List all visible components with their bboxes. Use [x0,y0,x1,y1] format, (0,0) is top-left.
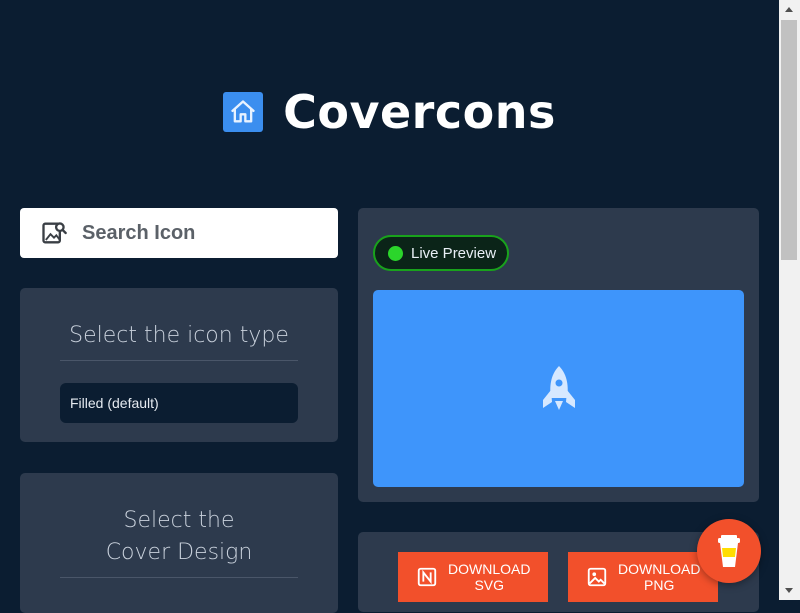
download-png-label: DOWNLOAD PNG [618,561,700,593]
vertical-scrollbar[interactable] [779,0,800,600]
icon-type-card: Select the icon type Filled (default) [20,288,338,442]
live-preview-badge: Live Preview [373,235,509,271]
cover-design-card: Select the Cover Design [20,473,338,613]
download-png-button[interactable]: DOWNLOAD PNG [568,552,718,602]
search-placeholder: Search Icon [82,221,196,244]
icon-type-select[interactable]: Filled (default) [60,383,298,423]
divider [60,360,298,361]
live-preview-label: Live Preview [411,244,497,262]
preview-card: Live Preview [358,208,759,502]
coffee-cup-icon [718,535,740,567]
notion-icon [417,567,437,587]
download-svg-label: DOWNLOAD SVG [448,561,530,593]
divider [60,577,298,578]
download-svg-button[interactable]: DOWNLOAD SVG [398,552,548,602]
cover-design-title: Select the Cover Design [105,508,253,565]
rocket-icon [542,365,575,410]
cover-preview [373,290,744,487]
scroll-down-arrow-icon[interactable] [785,588,793,593]
scroll-up-arrow-icon[interactable] [785,7,793,12]
home-icon [231,100,255,123]
app-header: Covercons [0,80,779,144]
download-svg-line1: DOWNLOAD [448,561,531,577]
download-png-line1: DOWNLOAD [618,561,701,577]
brand-title: Covercons [283,85,556,139]
search-input[interactable]: Search Icon [20,208,338,258]
scroll-thumb[interactable] [781,20,797,260]
image-icon [587,567,607,587]
icon-type-title: Select the icon type [69,323,289,348]
image-search-icon [42,222,67,244]
live-status-dot [388,245,403,261]
download-png-line2: PNG [644,577,675,593]
buy-me-a-coffee-button[interactable] [697,519,761,583]
download-svg-line2: SVG [474,577,505,593]
logo[interactable] [223,92,264,132]
